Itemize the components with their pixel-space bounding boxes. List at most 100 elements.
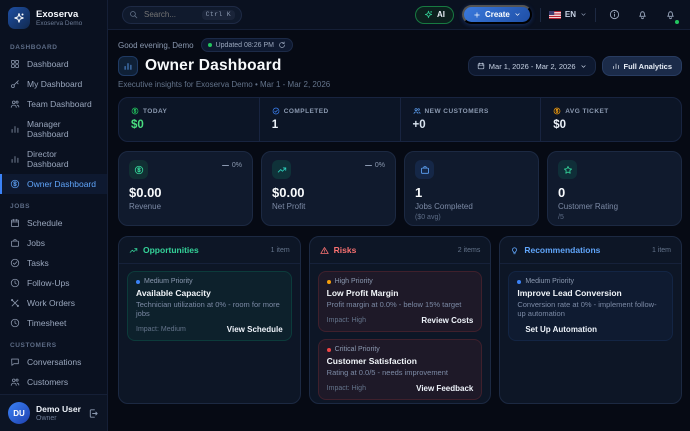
sidebar-item-owner-dashboard[interactable]: Owner Dashboard [0, 174, 107, 194]
trend-indicator: 0% [365, 162, 385, 169]
chevron-down-icon [580, 63, 587, 70]
kpi-card-net-profit[interactable]: 0% $0.00 Net Profit [261, 151, 396, 226]
sidebar-item-label: My Dashboard [27, 79, 82, 89]
date-range-picker[interactable]: Mar 1, 2026 - Mar 2, 2026 [468, 56, 596, 76]
chat-icon [10, 357, 20, 367]
view-schedule-link[interactable]: View Schedule [227, 325, 283, 334]
stat-completed: COMPLETED 1 [259, 98, 400, 141]
full-analytics-button[interactable]: Full Analytics [602, 56, 682, 76]
sidebar-item-timesheet[interactable]: Timesheet [0, 313, 107, 333]
impact-label: Impact: High [327, 317, 366, 324]
sidebar-item-jobs[interactable]: Jobs [0, 233, 107, 253]
sidebar-item-work-orders[interactable]: Work Orders [0, 293, 107, 313]
brand[interactable]: Exoserva Exoserva Demo [0, 0, 107, 35]
recommendations-card: Recommendations 1 item Medium Priority I… [499, 236, 682, 404]
kpi-card-customer-rating[interactable]: 0 Customer Rating /5 [547, 151, 682, 226]
grid-icon [10, 59, 20, 69]
sidebar-item-manager-dashboard[interactable]: Manager Dashboard [0, 114, 107, 144]
kpi-label: Revenue [129, 202, 242, 211]
language-selector[interactable]: EN [549, 10, 587, 19]
stat-value: $0 [131, 119, 247, 131]
kpi-card-revenue[interactable]: 0% $0.00 Revenue [118, 151, 253, 226]
logout-icon [88, 408, 99, 419]
opportunity-item[interactable]: Medium Priority Available Capacity Techn… [127, 271, 292, 341]
review-costs-link[interactable]: Review Costs [421, 316, 473, 325]
flat-trend-icon [365, 165, 372, 167]
kpi-card-jobs-completed[interactable]: 1 Jobs Completed ($0 avg) [404, 151, 539, 226]
bell-icon [665, 9, 676, 20]
sidebar-item-conversations[interactable]: Conversations [0, 352, 107, 372]
nav-section-customers: CUSTOMERS [0, 333, 107, 352]
sidebar-item-label: Customers [27, 377, 68, 387]
card-title: Risks [334, 245, 357, 255]
chevron-down-icon [580, 11, 587, 18]
item-title: Low Profit Margin [327, 288, 474, 298]
insight-row: Opportunities 1 item Medium Priority Ava… [118, 236, 682, 404]
date-range-label: Mar 1, 2026 - Mar 2, 2026 [489, 62, 576, 71]
sidebar-item-dashboard[interactable]: Dashboard [0, 54, 107, 74]
user-profile[interactable]: DU Demo User Owner [0, 394, 107, 431]
stat-label: COMPLETED [284, 108, 329, 115]
sidebar-item-customers[interactable]: Customers [0, 372, 107, 392]
item-title: Customer Satisfaction [327, 356, 474, 366]
opportunities-card: Opportunities 1 item Medium Priority Ava… [118, 236, 301, 404]
sidebar-item-follow-ups[interactable]: Follow-Ups [0, 273, 107, 293]
risk-item[interactable]: Critical Priority Customer Satisfaction … [318, 339, 483, 400]
kpi-sub-label: ($0 avg) [415, 214, 528, 221]
user-name: Demo User [36, 404, 81, 415]
set-up-automation-link[interactable]: Set Up Automation [525, 325, 597, 334]
risk-item[interactable]: High Priority Low Profit Margin Profit m… [318, 271, 483, 332]
page-subtitle: Executive insights for Exoserva Demo • M… [118, 80, 682, 89]
recommendation-item[interactable]: Medium Priority Improve Lead Conversion … [508, 271, 673, 341]
info-button[interactable] [604, 5, 624, 25]
sidebar-item-tasks[interactable]: Tasks [0, 253, 107, 273]
briefcase-icon [415, 160, 434, 179]
search-bar[interactable]: Ctrl K [122, 6, 242, 24]
sidebar-item-label: Work Orders [27, 298, 75, 308]
sidebar-item-schedule[interactable]: Schedule [0, 213, 107, 233]
sidebar-item-my-dashboard[interactable]: My Dashboard [0, 74, 107, 94]
users-icon [10, 99, 20, 109]
sidebar-item-team-dashboard[interactable]: Team Dashboard [0, 94, 107, 114]
sidebar-item-label: Team Dashboard [27, 99, 92, 109]
alerts-button[interactable] [632, 5, 652, 25]
create-button[interactable]: Create [462, 5, 532, 24]
stat-value: +0 [413, 119, 529, 131]
search-input[interactable] [144, 10, 196, 19]
kpi-label: Net Profit [272, 202, 385, 211]
logout-button[interactable] [88, 408, 99, 419]
sidebar-nav: DASHBOARD Dashboard My Dashboard Team Da… [0, 35, 107, 392]
stat-today: TODAY $0 [119, 98, 259, 141]
stat-label: NEW CUSTOMERS [425, 108, 489, 115]
impact-label: Impact: Medium [136, 326, 186, 333]
dollar-circle-icon [129, 160, 148, 179]
sidebar-item-label: Conversations [27, 357, 81, 367]
sidebar-item-director-dashboard[interactable]: Director Dashboard [0, 144, 107, 174]
priority-dot [136, 280, 140, 284]
bell-icon [637, 9, 648, 20]
chevron-down-icon [514, 11, 521, 18]
stat-label: AVG TICKET [565, 108, 608, 115]
user-role: Owner [36, 415, 81, 422]
notifications-button[interactable] [660, 5, 680, 25]
card-title: Recommendations [524, 245, 600, 255]
create-button-label: Create [485, 10, 510, 19]
dollar-circle-icon [553, 107, 561, 115]
priority-dot [327, 280, 331, 284]
info-icon [609, 9, 620, 20]
kpi-sub-label: /5 [558, 214, 671, 221]
priority-label: Medium Priority [525, 278, 574, 285]
search-icon [129, 10, 138, 19]
refresh-icon[interactable] [278, 41, 286, 49]
updated-badge[interactable]: Updated 08:26 PM [201, 38, 293, 52]
priority-label: High Priority [335, 278, 373, 285]
check-circle-icon [272, 107, 280, 115]
ai-button[interactable]: AI [415, 6, 454, 24]
divider [595, 8, 596, 22]
view-feedback-link[interactable]: View Feedback [416, 384, 473, 393]
kpi-value: $0.00 [129, 185, 242, 200]
item-description: Technician utilization at 0% - room for … [136, 300, 283, 318]
avatar: DU [8, 402, 30, 424]
risks-card: Risks 2 items High Priority Low Profit M… [309, 236, 492, 404]
dollar-circle-icon [10, 179, 20, 189]
